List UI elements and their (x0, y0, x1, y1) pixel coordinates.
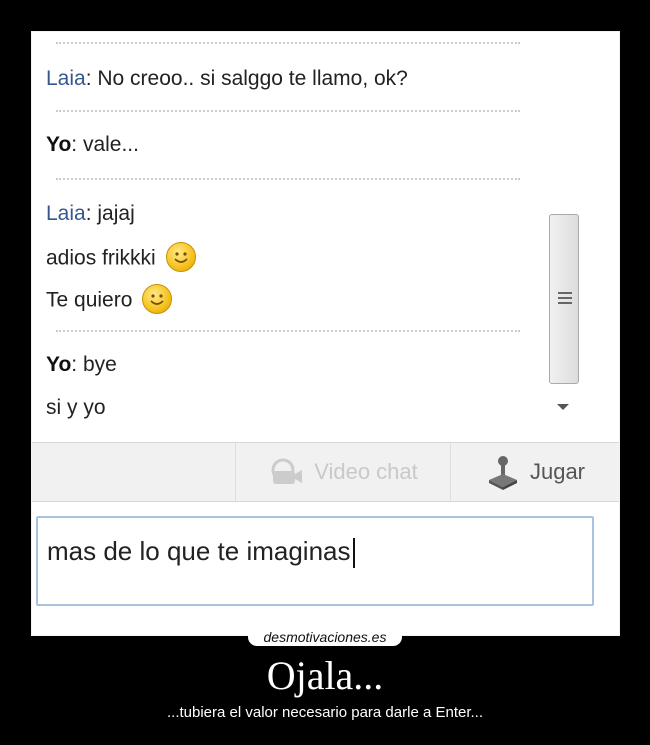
sender-separator: : (71, 353, 83, 376)
chat-message-line: Yo: vale... (46, 133, 139, 157)
chat-toolbar: Video chat Jugar (32, 442, 619, 502)
sender-separator: : (85, 67, 98, 90)
chat-scrollbar[interactable] (547, 212, 581, 427)
chat-message-line: Laia: jajaj (46, 202, 135, 226)
video-chat-label: Video chat (314, 459, 418, 484)
scrollbar-grip-icon (558, 292, 572, 307)
video-chat-button[interactable]: Video chat (235, 443, 450, 501)
message-input-text[interactable]: mas de lo que te imaginas (47, 536, 355, 569)
brand-watermark: desmotivaciones.es (248, 628, 402, 646)
message-text: vale... (82, 133, 139, 156)
jugar-button[interactable]: Jugar (450, 443, 619, 501)
message-input-value: mas de lo que te imaginas (47, 536, 351, 566)
joystick-icon (488, 456, 517, 490)
sender-name: Yo (46, 353, 72, 376)
jugar-label: Jugar (529, 459, 586, 484)
scrollbar-thumb[interactable] (549, 214, 579, 384)
sender-name: Yo (46, 133, 72, 156)
poster-title: Ojala... (266, 653, 384, 698)
chat-message-line: Yo: bye (46, 353, 117, 377)
chat-message-line: adios frikkki (46, 242, 196, 274)
message-text: No creoo.. si salggo te llamo, ok? (97, 67, 408, 90)
message-text: jajaj (97, 202, 135, 225)
message-separator (56, 110, 520, 112)
chat-window: Laia: No creoo.. si salggo te llamo, ok?… (31, 31, 620, 636)
poster-subtitle: ...tubiera el valor necesario para darle… (166, 704, 483, 721)
message-text: Te quiero (46, 288, 133, 312)
message-separator (56, 178, 520, 180)
smiley-icon (142, 284, 173, 314)
sender-separator: : (85, 202, 98, 225)
message-input[interactable]: mas de lo que te imaginas (36, 516, 594, 606)
chat-message-line: Laia: No creoo.. si salggo te llamo, ok? (46, 67, 408, 91)
sender-name: Laia (46, 202, 86, 225)
chat-message-line: si y yo (46, 396, 106, 420)
sender-name: Laia (46, 67, 86, 90)
message-text: bye (82, 353, 117, 376)
chat-history[interactable]: Laia: No creoo.. si salggo te llamo, ok?… (32, 32, 581, 442)
chat-message-line: Te quiero (46, 284, 173, 316)
scroll-down-arrow-icon[interactable] (557, 404, 569, 410)
message-separator (56, 330, 520, 332)
video-chat-icon (271, 458, 303, 484)
message-text: si y yo (46, 396, 106, 419)
message-text: adios frikkki (46, 246, 156, 270)
sender-separator: : (71, 133, 83, 156)
smiley-icon (165, 242, 196, 272)
message-separator (56, 42, 520, 44)
text-caret (352, 538, 355, 569)
